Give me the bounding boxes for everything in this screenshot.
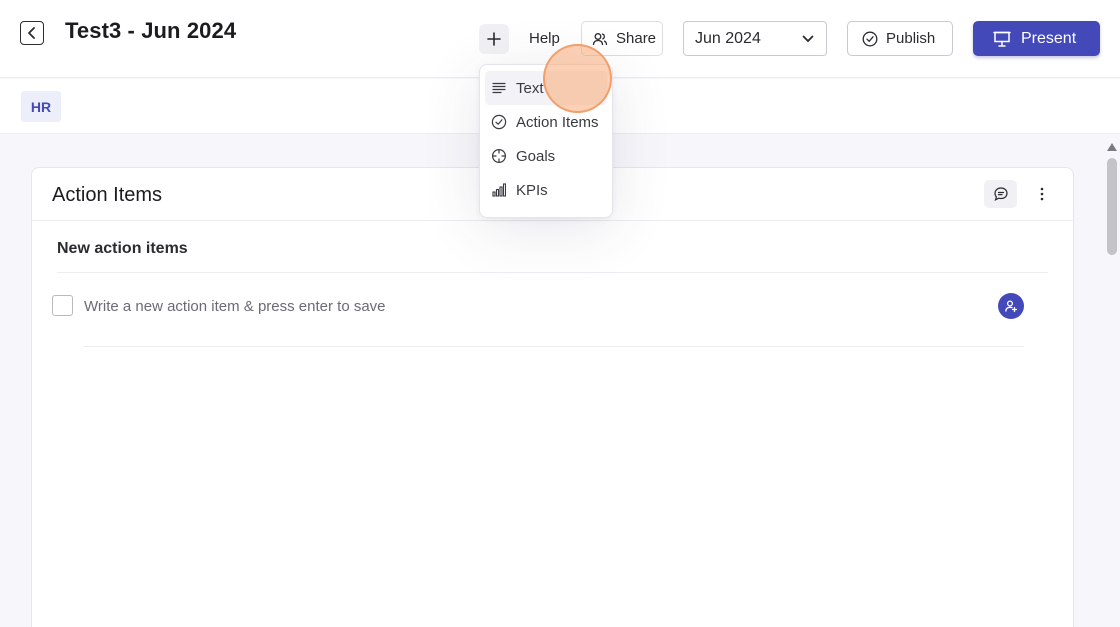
comment-button[interactable] bbox=[984, 180, 1017, 208]
section-divider bbox=[57, 272, 1048, 273]
new-action-item-row bbox=[52, 293, 1032, 319]
users-icon bbox=[592, 32, 608, 45]
present-button[interactable]: Present bbox=[973, 21, 1100, 56]
text-lines-icon bbox=[491, 80, 507, 96]
card-title: Action Items bbox=[52, 184, 163, 206]
more-options-button[interactable] bbox=[1032, 180, 1052, 208]
row-divider bbox=[84, 346, 1024, 347]
new-action-item-checkbox[interactable] bbox=[52, 295, 73, 316]
present-label: Present bbox=[1021, 29, 1077, 47]
presentation-icon bbox=[993, 31, 1011, 47]
add-block-button[interactable] bbox=[479, 24, 509, 54]
check-circle-icon bbox=[862, 31, 878, 46]
menu-item-kpis-label: KPIs bbox=[516, 181, 548, 199]
menu-item-text[interactable]: Text bbox=[485, 71, 607, 105]
bar-chart-icon bbox=[491, 182, 507, 198]
crosshair-icon bbox=[491, 148, 507, 164]
scroll-up-arrow[interactable] bbox=[1107, 143, 1117, 151]
add-user-icon bbox=[1005, 300, 1018, 313]
menu-item-text-label: Text bbox=[516, 79, 544, 97]
comment-icon bbox=[993, 187, 1008, 201]
menu-item-action-items[interactable]: Action Items bbox=[485, 105, 607, 139]
vertical-dots-icon bbox=[1040, 187, 1044, 201]
add-block-menu: Text Action Items Goals KPIs bbox=[479, 64, 613, 218]
menu-item-kpis[interactable]: KPIs bbox=[485, 173, 607, 207]
share-label: Share bbox=[616, 30, 657, 47]
new-action-item-input[interactable] bbox=[84, 295, 964, 317]
check-circle-icon bbox=[491, 114, 507, 130]
scrollbar[interactable] bbox=[1104, 140, 1120, 627]
action-items-card: Action Items New action items bbox=[31, 167, 1074, 627]
chevron-down-icon bbox=[802, 35, 814, 42]
menu-item-goals-label: Goals bbox=[516, 147, 556, 165]
share-button[interactable]: Share bbox=[581, 21, 663, 56]
menu-item-goals[interactable]: Goals bbox=[485, 139, 607, 173]
publish-button[interactable]: Publish bbox=[847, 21, 953, 56]
back-button[interactable] bbox=[20, 21, 44, 45]
publish-label: Publish bbox=[886, 30, 936, 47]
assign-user-button[interactable] bbox=[998, 293, 1024, 319]
scroll-thumb[interactable] bbox=[1107, 158, 1117, 255]
tag-hr[interactable]: HR bbox=[21, 91, 61, 122]
month-select-value: Jun 2024 bbox=[695, 29, 761, 47]
section-title: New action items bbox=[57, 240, 188, 257]
menu-item-action-items-label: Action Items bbox=[516, 113, 599, 131]
page-title: Test3 - Jun 2024 bbox=[65, 18, 237, 43]
help-link[interactable]: Help bbox=[529, 30, 560, 47]
chevron-left-icon bbox=[28, 27, 35, 39]
plus-icon bbox=[487, 32, 501, 46]
month-select[interactable]: Jun 2024 bbox=[683, 21, 827, 56]
card-header-divider bbox=[32, 220, 1073, 221]
